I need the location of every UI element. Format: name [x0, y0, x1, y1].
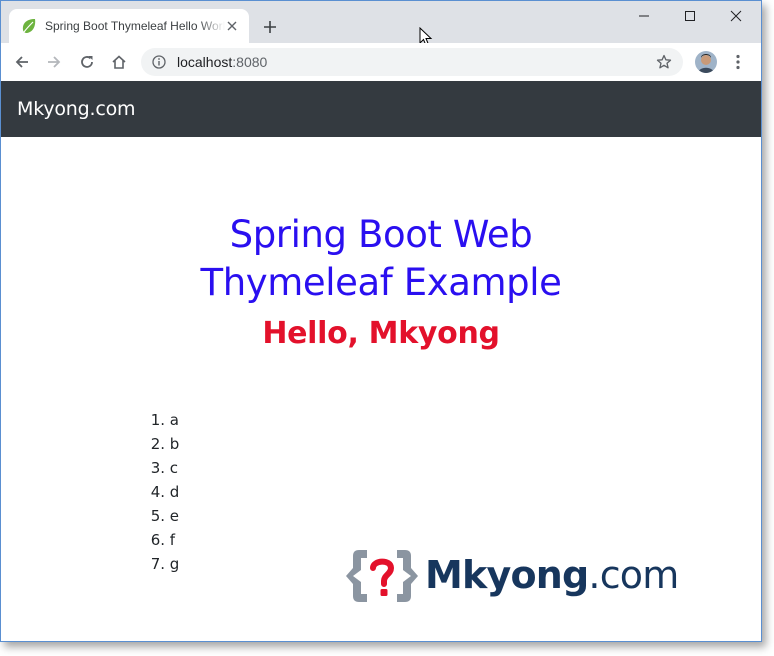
- star-icon[interactable]: [655, 53, 673, 71]
- home-icon[interactable]: [107, 50, 131, 74]
- tab-strip: Spring Boot Thymeleaf Hello World: [1, 1, 761, 47]
- mkyong-logo: Mkyong.com: [345, 546, 679, 606]
- logo-wordmark: Mkyong.com: [425, 553, 679, 597]
- maximize-icon[interactable]: [667, 1, 713, 31]
- minimize-icon[interactable]: [621, 1, 667, 31]
- ordered-list: 1. a 2. b 3. c 4. d 5. e 6. f 7. g: [143, 408, 180, 576]
- list-item: 3. c: [150, 459, 179, 477]
- browser-toolbar: localhost:8080: [1, 43, 761, 82]
- page-content: Mkyong.com Spring Boot Web Thymeleaf Exa…: [1, 81, 761, 641]
- info-icon[interactable]: [151, 54, 167, 70]
- spring-leaf-icon: [21, 18, 37, 34]
- plus-icon[interactable]: [259, 16, 281, 38]
- browser-tab[interactable]: Spring Boot Thymeleaf Hello World: [9, 9, 249, 43]
- list-item: 2. b: [150, 435, 180, 453]
- list-item: 5. e: [150, 507, 180, 525]
- tab-title: Spring Boot Thymeleaf Hello World: [45, 19, 226, 33]
- list-item: 4. d: [150, 483, 180, 501]
- close-icon[interactable]: [225, 19, 239, 33]
- profile-avatar[interactable]: [695, 51, 717, 73]
- window-close-icon[interactable]: [713, 1, 759, 31]
- arrow-left-icon[interactable]: [10, 50, 34, 74]
- greeting-text: Hello, Mkyong: [262, 316, 500, 351]
- browser-window: Spring Boot Thymeleaf Hello World localh…: [0, 0, 762, 642]
- logo-mark-icon: [346, 550, 418, 602]
- reload-icon[interactable]: [75, 50, 99, 74]
- navbar-brand-link[interactable]: Mkyong.com: [17, 98, 136, 120]
- list-item: 7. g: [150, 555, 180, 573]
- arrow-right-icon[interactable]: [42, 50, 66, 74]
- list-item: 1. a: [150, 411, 179, 429]
- page-title-line-2: Thymeleaf Example: [200, 261, 562, 304]
- address-bar[interactable]: localhost:8080: [141, 48, 683, 76]
- url-text: localhost:8080: [177, 54, 268, 70]
- page-title-line-1: Spring Boot Web: [229, 213, 533, 256]
- list-item: 6. f: [150, 531, 176, 549]
- site-navbar: Mkyong.com: [1, 81, 761, 137]
- kebab-menu-icon[interactable]: [729, 51, 747, 73]
- page-title: Spring Boot Web Thymeleaf Example: [1, 211, 761, 307]
